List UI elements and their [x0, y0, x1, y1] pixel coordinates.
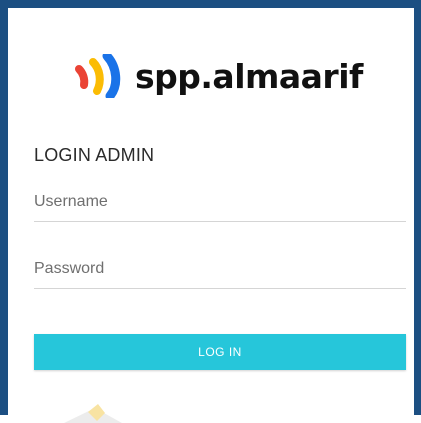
brand-logo: spp.almaarif — [73, 51, 363, 101]
login-title: LOGIN ADMIN — [34, 145, 155, 165]
top-border — [0, 0, 421, 8]
login-screen: spp.almaarif LOGIN ADMIN LOG IN — [0, 0, 421, 423]
login-card: spp.almaarif LOGIN ADMIN LOG IN — [8, 8, 414, 423]
left-border — [0, 0, 8, 415]
wifi-signal-logo-icon — [75, 54, 121, 98]
password-input[interactable] — [34, 253, 406, 289]
username-input[interactable] — [34, 186, 406, 222]
brand-name: spp.almaarif — [135, 56, 363, 96]
decorative-shape-icon — [64, 404, 122, 423]
right-border — [414, 0, 421, 415]
login-button[interactable]: LOG IN — [34, 334, 406, 370]
